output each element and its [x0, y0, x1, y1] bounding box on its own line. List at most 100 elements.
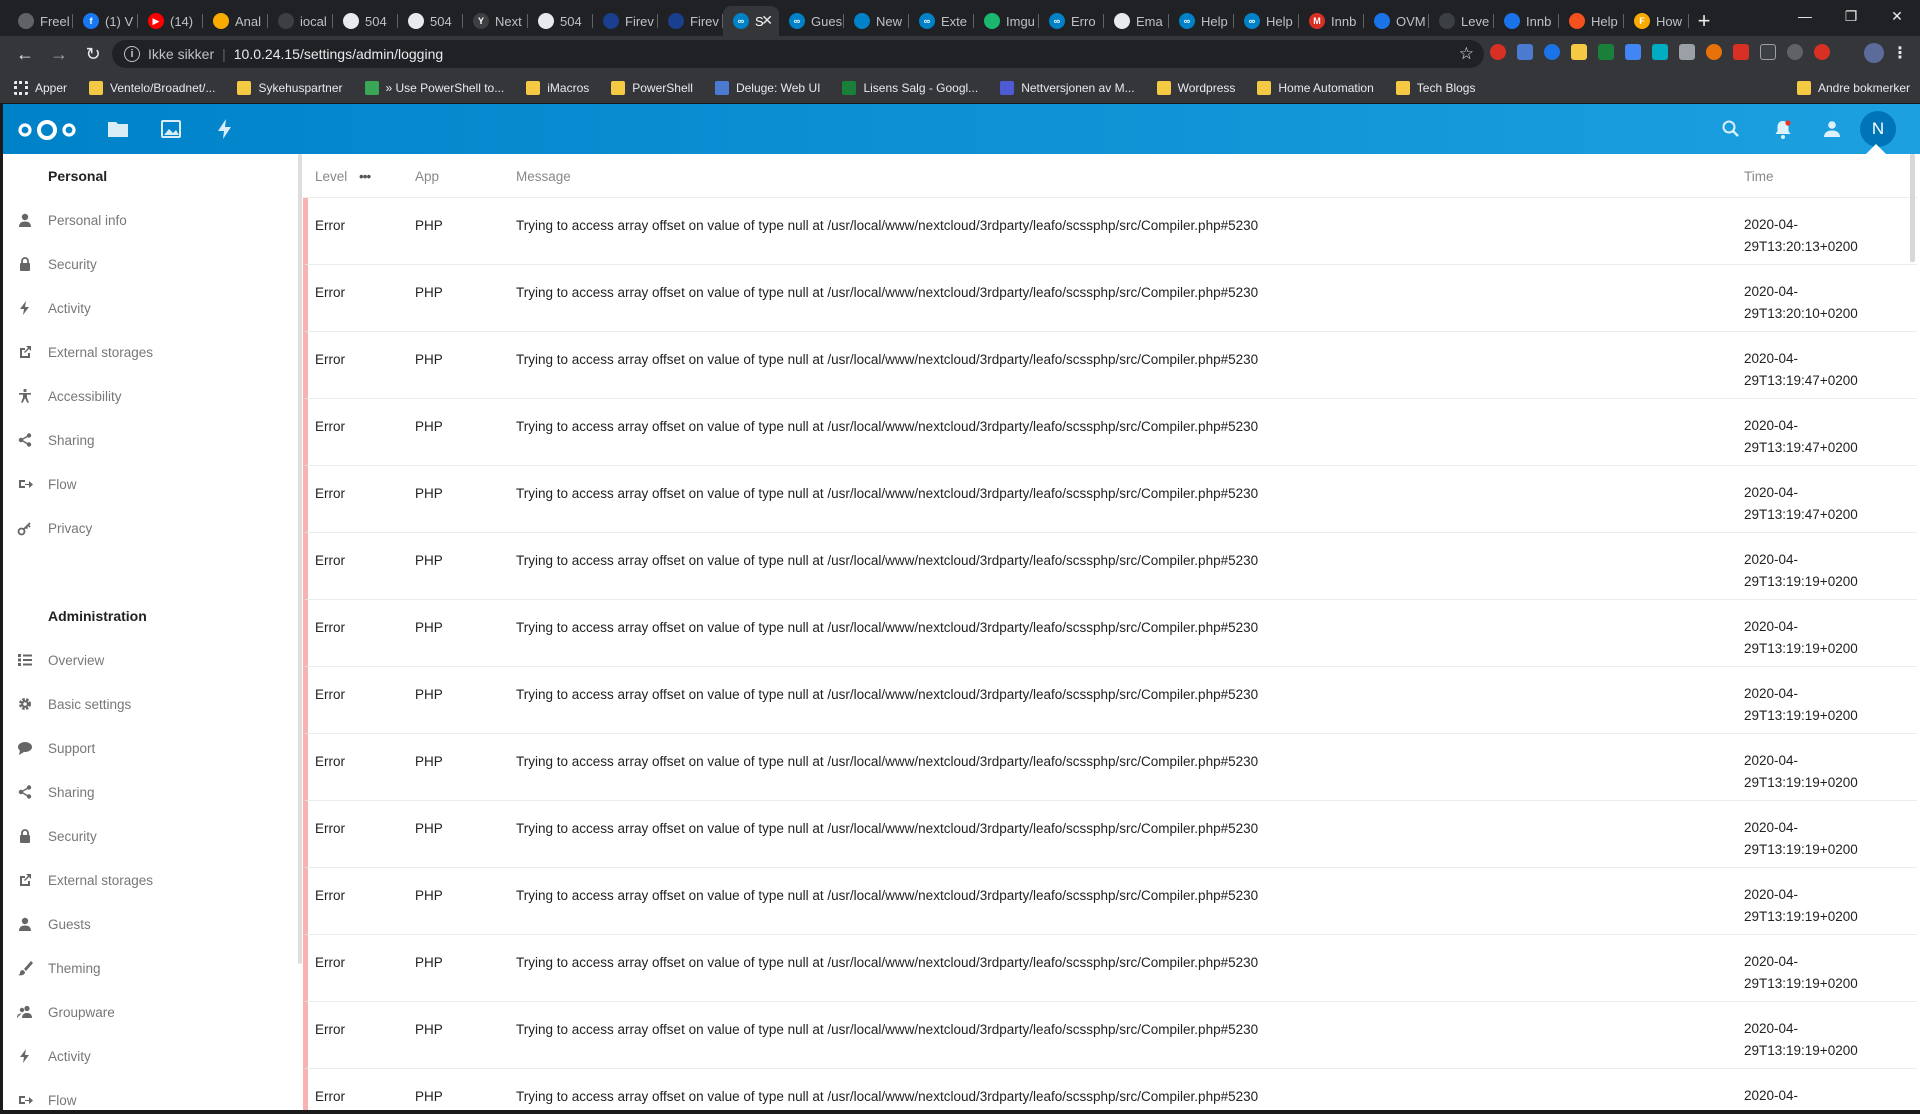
files-icon[interactable] [106, 117, 130, 141]
extension-icon[interactable] [1733, 44, 1749, 60]
log-row[interactable]: Error PHP Trying to access array offset on… [303, 1069, 1917, 1114]
browser-tab[interactable]: f (1) V [73, 6, 138, 36]
activity-icon[interactable] [213, 117, 237, 141]
forward-button[interactable]: → [42, 39, 76, 69]
browser-tab[interactable]: Y Next [463, 6, 528, 36]
log-row[interactable]: Error PHP Trying to access array offset on… [303, 399, 1917, 466]
restore-button[interactable]: ❐ [1828, 0, 1874, 32]
close-tab-icon[interactable]: ✕ [761, 12, 773, 29]
extension-icon[interactable] [1760, 44, 1776, 60]
sidebar-item-sharing[interactable]: Sharing [3, 418, 301, 462]
sidebar-item-activity[interactable]: Activity [3, 286, 301, 330]
log-row[interactable]: Error PHP Trying to access array offset on… [303, 935, 1917, 1002]
photos-icon[interactable] [159, 117, 183, 141]
profile-avatar[interactable] [1864, 43, 1884, 63]
level-filter-menu-icon[interactable]: ••• [359, 169, 371, 184]
reload-button[interactable]: ↻ [76, 39, 110, 69]
browser-tab[interactable]: Ema [1104, 6, 1169, 36]
browser-tab[interactable]: ∞ Erro [1039, 6, 1104, 36]
extension-icon[interactable] [1571, 44, 1587, 60]
browser-tab[interactable]: OVM [1364, 6, 1429, 36]
browser-tab[interactable]: ∞ Gues [779, 6, 844, 36]
log-row[interactable]: Error PHP Trying to access array offset on… [303, 801, 1917, 868]
minimize-button[interactable]: — [1782, 0, 1828, 32]
bookmark-item[interactable]: Deluge: Web UI [714, 80, 820, 95]
level-column-header[interactable]: Level ••• [315, 169, 371, 184]
sidebar-item-accessibility[interactable]: Accessibility [3, 374, 301, 418]
log-row[interactable]: Error PHP Trying to access array offset on… [303, 600, 1917, 667]
browser-tab[interactable]: ∞ Help [1169, 6, 1234, 36]
browser-tab[interactable]: 504 [333, 6, 398, 36]
sidebar-item-guests[interactable]: Guests [3, 902, 301, 946]
bookmark-item[interactable]: PowerShell [611, 80, 693, 95]
browser-tab[interactable]: M Innb [1299, 6, 1364, 36]
extension-icon[interactable] [1652, 44, 1668, 60]
browser-tab[interactable]: Help [1559, 6, 1624, 36]
extension-icon[interactable] [1679, 44, 1695, 60]
sidebar-item-privacy[interactable]: Privacy [3, 506, 301, 550]
browser-tab[interactable]: Imgu [974, 6, 1039, 36]
log-row[interactable]: Error PHP Trying to access array offset on… [303, 533, 1917, 600]
browser-tab[interactable]: Freel [8, 6, 73, 36]
bookmark-item[interactable]: Ventelo/Broadnet/... [89, 80, 215, 95]
log-row[interactable]: Error PHP Trying to access array offset on… [303, 1002, 1917, 1069]
sidebar-item-activity[interactable]: Activity [3, 1034, 301, 1078]
browser-tab[interactable]: ▶ (14) [138, 6, 203, 36]
url-text[interactable]: 10.0.24.15/settings/admin/logging [234, 46, 443, 62]
browser-tab[interactable]: ∞ S ✕ [723, 6, 779, 36]
sidebar-item-flow[interactable]: Flow [3, 462, 301, 506]
browser-tab[interactable]: F How [1624, 6, 1689, 36]
extension-icon[interactable] [1625, 44, 1641, 60]
log-row[interactable]: Error PHP Trying to access array offset on… [303, 734, 1917, 801]
browser-tab[interactable]: iocal [268, 6, 333, 36]
browser-tab[interactable]: 504 [528, 6, 593, 36]
extension-icon[interactable] [1706, 44, 1722, 60]
contacts-icon[interactable] [1820, 117, 1844, 141]
sidebar-item-support[interactable]: Support [3, 726, 301, 770]
log-row[interactable]: Error PHP Trying to access array offset on… [303, 868, 1917, 935]
browser-tab[interactable]: ∞ Help [1234, 6, 1299, 36]
bookmark-item[interactable]: Lisens Salg - Googl... [842, 80, 978, 95]
browser-menu-icon[interactable]: ⋮ [1892, 43, 1908, 63]
nextcloud-logo-icon[interactable] [16, 117, 78, 143]
bookmark-item[interactable]: Wordpress [1156, 80, 1235, 95]
sidebar-item-external-storages[interactable]: External storages [3, 858, 301, 902]
bookmark-item[interactable]: Nettversjonen av M... [1000, 80, 1135, 95]
user-avatar[interactable]: N [1860, 111, 1896, 147]
notifications-icon[interactable] [1771, 117, 1795, 141]
extension-icon[interactable] [1517, 44, 1533, 60]
sidebar-item-groupware[interactable]: Groupware [3, 990, 301, 1034]
other-bookmarks[interactable]: Andre bokmerker [1796, 80, 1910, 95]
browser-tab[interactable]: Anal [203, 6, 268, 36]
extension-icon[interactable] [1814, 44, 1830, 60]
sidebar-item-overview[interactable]: Overview [3, 638, 301, 682]
browser-tab[interactable]: ∞ Exte [909, 6, 974, 36]
info-icon[interactable]: i [124, 46, 140, 62]
back-button[interactable]: ← [8, 39, 42, 69]
browser-tab[interactable]: 504 [398, 6, 463, 36]
extension-icon[interactable] [1787, 44, 1803, 60]
bookmark-item[interactable]: » Use PowerShell to... [364, 80, 504, 95]
bookmark-star-icon[interactable]: ☆ [1459, 44, 1474, 64]
sidebar-item-security[interactable]: Security [3, 814, 301, 858]
extension-icon[interactable] [1544, 44, 1560, 60]
log-row[interactable]: Error PHP Trying to access array offset on… [303, 332, 1917, 399]
sidebar-item-external-storages[interactable]: External storages [3, 330, 301, 374]
sidebar-item-theming[interactable]: Theming [3, 946, 301, 990]
address-bar[interactable]: i Ikke sikker | 10.0.24.15/settings/admi… [112, 40, 1484, 68]
log-row[interactable]: Error PHP Trying to access array offset on… [303, 265, 1917, 332]
bookmark-item[interactable]: Apper [14, 80, 67, 95]
sidebar-item-basic-settings[interactable]: Basic settings [3, 682, 301, 726]
log-row[interactable]: Error PHP Trying to access array offset on… [303, 198, 1917, 265]
log-row[interactable]: Error PHP Trying to access array offset on… [303, 466, 1917, 533]
extension-icon[interactable] [1598, 44, 1614, 60]
browser-tab[interactable]: New [844, 6, 909, 36]
bookmark-item[interactable]: iMacros [526, 80, 589, 95]
sidebar-scrollbar[interactable] [298, 154, 302, 964]
browser-tab[interactable]: Leve [1429, 6, 1494, 36]
log-scrollbar[interactable] [1910, 154, 1915, 262]
bookmark-item[interactable]: Home Automation [1257, 80, 1374, 95]
log-row[interactable]: Error PHP Trying to access array offset on… [303, 667, 1917, 734]
browser-tab[interactable]: Firev [658, 6, 723, 36]
sidebar-item-flow[interactable]: Flow [3, 1078, 301, 1114]
